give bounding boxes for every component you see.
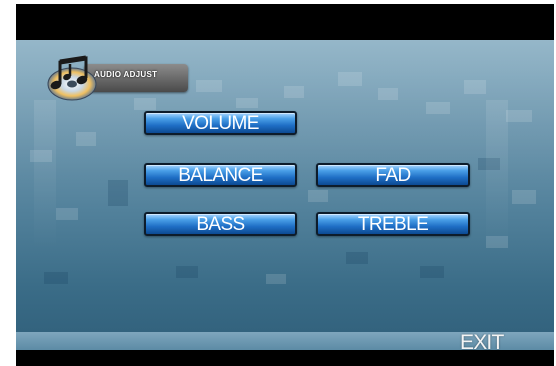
bg-tile: [108, 180, 128, 206]
bg-tile: [464, 80, 486, 94]
balance-button-label: BALANCE: [178, 165, 263, 186]
bg-tile: [236, 98, 258, 108]
bg-tile: [426, 102, 450, 114]
audio-adjust-screen: AUDIO ADJUST VOLUME BALANCE FAD BASS TRE…: [16, 40, 554, 350]
balance-button[interactable]: BALANCE: [144, 163, 297, 187]
bass-button[interactable]: BASS: [144, 212, 297, 236]
bg-strip: [486, 100, 508, 250]
bass-button-label: BASS: [196, 214, 245, 235]
bg-strip: [34, 100, 56, 250]
exit-button[interactable]: EXIT: [460, 331, 504, 350]
bg-tile: [512, 190, 536, 204]
music-notes-disc-icon: [47, 55, 97, 101]
bg-tile: [76, 132, 96, 146]
header-title: AUDIO ADJUST: [94, 70, 158, 79]
bg-tile: [378, 88, 398, 100]
top-black-bar: [16, 4, 554, 40]
bg-tile: [176, 266, 198, 278]
volume-button[interactable]: VOLUME: [144, 111, 297, 135]
bg-tile: [266, 274, 286, 284]
fad-button[interactable]: FAD: [316, 163, 470, 187]
bg-tile: [308, 190, 328, 202]
volume-button-label: VOLUME: [182, 113, 259, 134]
treble-button[interactable]: TREBLE: [316, 212, 470, 236]
bg-tile: [284, 86, 304, 98]
treble-button-label: TREBLE: [357, 214, 429, 235]
bottom-black-bar: [16, 350, 554, 366]
fad-button-label: FAD: [375, 165, 411, 186]
display-frame: AUDIO ADJUST VOLUME BALANCE FAD BASS TRE…: [16, 4, 554, 366]
bg-tile: [420, 266, 444, 278]
bg-tile: [338, 72, 362, 86]
bg-tile: [56, 208, 78, 220]
bg-tile: [346, 252, 368, 264]
audio-adjust-header: AUDIO ADJUST: [46, 54, 196, 102]
bg-tile: [506, 110, 532, 122]
bg-tile: [196, 80, 222, 92]
bg-tile: [44, 272, 68, 284]
